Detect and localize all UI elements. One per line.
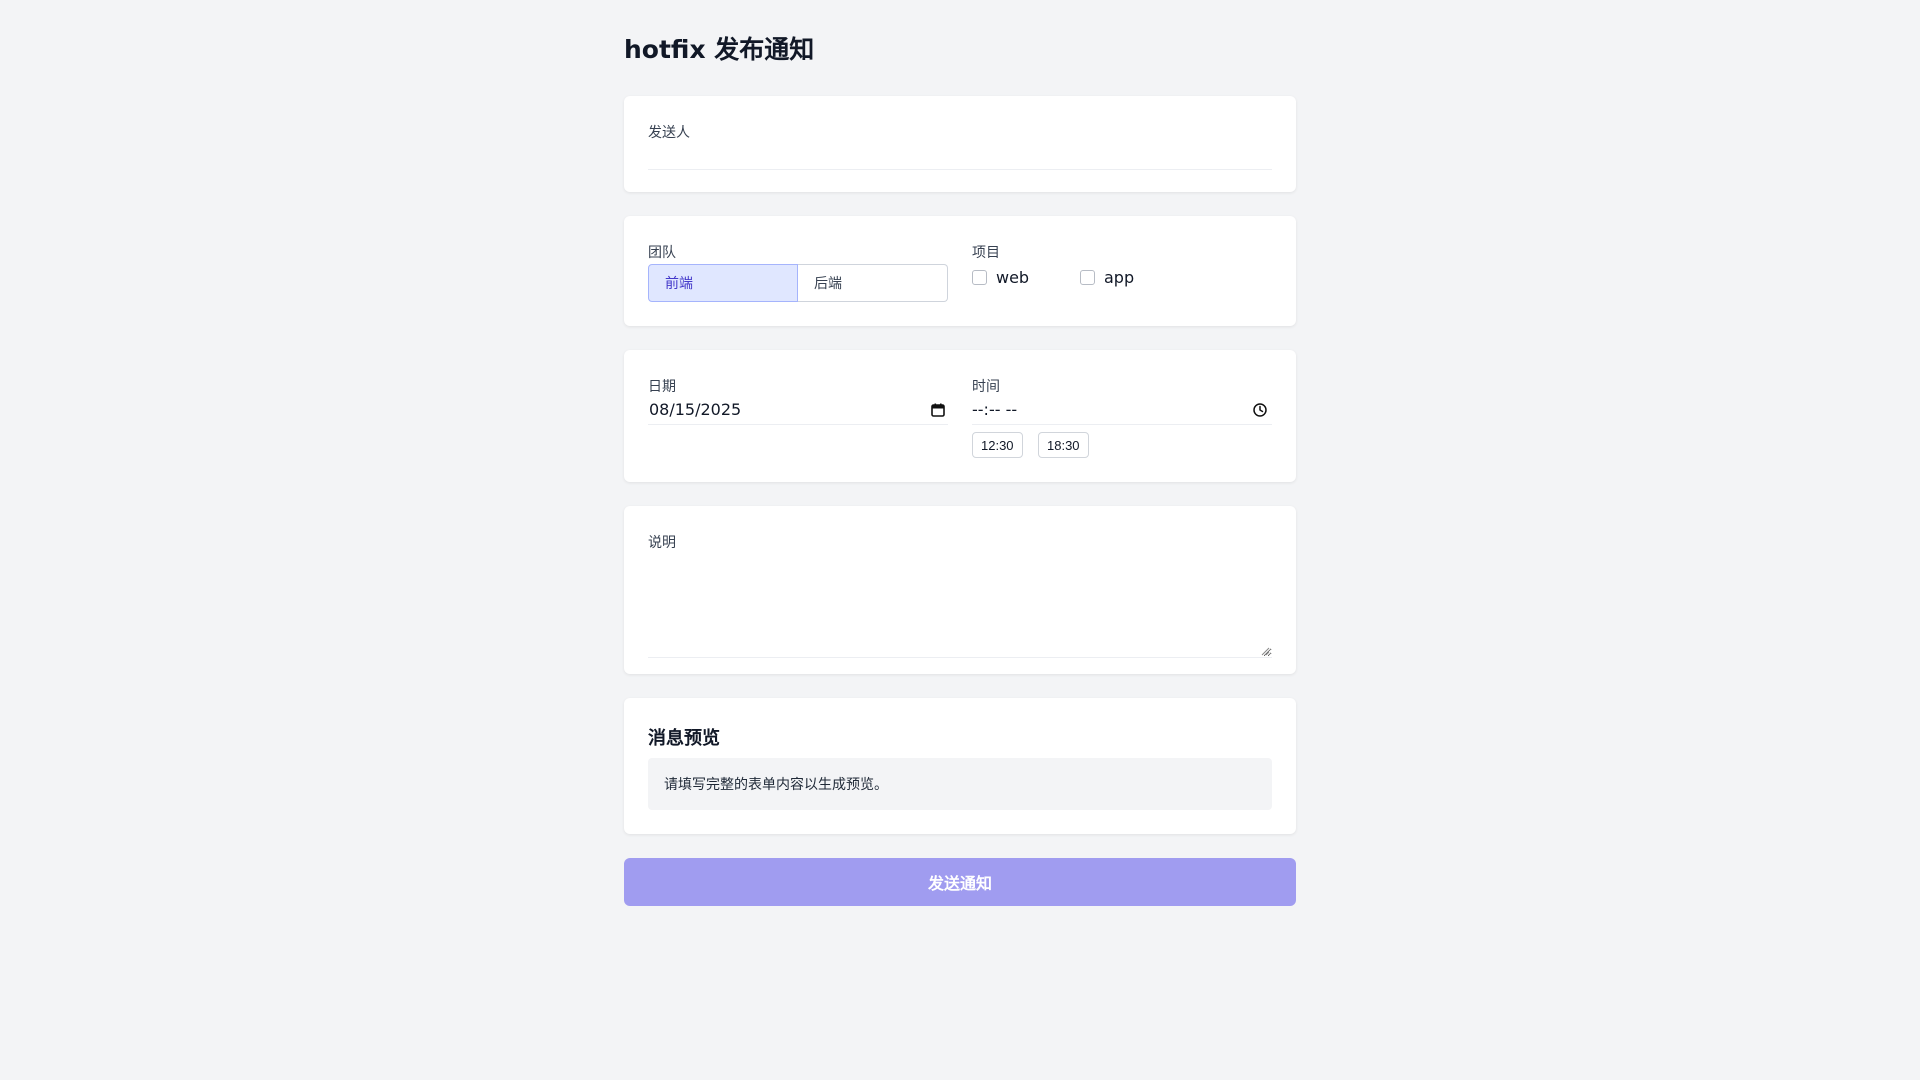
team-project-card: 团队 前端 后端 项目 web app: [624, 216, 1296, 326]
project-app-label: app: [1104, 267, 1135, 287]
preview-content: 请填写完整的表单内容以生成预览。: [648, 758, 1272, 810]
date-value: 08/15/2025: [649, 400, 742, 419]
checkbox-app[interactable]: [1080, 269, 1095, 285]
project-checkbox-web[interactable]: web: [972, 266, 1029, 288]
description-label: 说明: [648, 535, 676, 551]
team-option-backend[interactable]: 后端: [798, 264, 948, 302]
checkbox-web[interactable]: [972, 269, 987, 285]
project-web-label: web: [996, 267, 1030, 287]
preview-title: 消息预览: [648, 728, 720, 749]
resize-grip-icon[interactable]: [1258, 644, 1270, 656]
description-card: 说明: [624, 506, 1296, 674]
date-underline: [648, 424, 948, 425]
send-notification-button[interactable]: 发送通知: [624, 858, 1296, 906]
calendar-icon[interactable]: [930, 402, 946, 418]
time-value: --:-- --: [972, 400, 1018, 419]
time-label: 时间: [972, 379, 1000, 395]
team-option-backend-label: 后端: [814, 276, 842, 292]
time-preset-1230[interactable]: 12:30: [972, 432, 1023, 458]
project-checkbox-app[interactable]: app: [1080, 266, 1134, 288]
clock-icon[interactable]: [1252, 402, 1268, 418]
date-label: 日期: [648, 379, 676, 395]
team-option-frontend[interactable]: 前端: [648, 264, 798, 302]
datetime-card: 日期 08/15/2025 时间 --:-- -- 12:30 18:30: [624, 350, 1296, 482]
sender-card: 发送人: [624, 96, 1296, 192]
description-textarea[interactable]: [648, 558, 1272, 658]
project-label: 项目: [972, 245, 1000, 261]
time-underline: [972, 424, 1272, 425]
page-title: hotfix 发布通知: [624, 35, 815, 64]
time-preset-1830[interactable]: 18:30: [1038, 432, 1089, 458]
team-label: 团队: [648, 245, 676, 261]
sender-input[interactable]: [648, 144, 1272, 170]
sender-label: 发送人: [648, 125, 690, 141]
team-option-frontend-label: 前端: [665, 276, 693, 292]
preview-card: 消息预览 请填写完整的表单内容以生成预览。: [624, 698, 1296, 834]
